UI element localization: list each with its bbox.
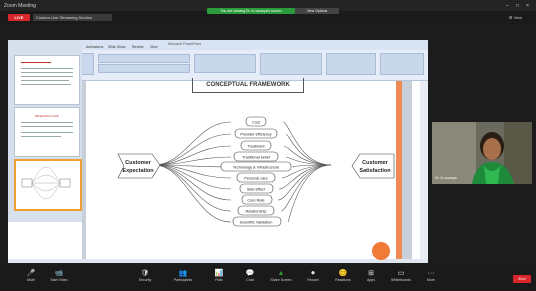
start-video-button[interactable]: 📹 Start Video <box>44 270 74 282</box>
thumb-text-line <box>21 72 73 73</box>
factor-label: Scientific Validation <box>240 221 273 225</box>
ppt-status-bar <box>8 259 428 263</box>
factor-label: Traditional belief <box>242 156 271 160</box>
left-node-shape <box>117 153 161 179</box>
whiteboards-button[interactable]: ▭ Whiteboards <box>386 270 416 282</box>
factor-label: Cost <box>252 121 261 125</box>
whiteboard-icon: ▭ <box>397 270 405 277</box>
live-badge[interactable]: LIVE <box>8 14 30 21</box>
slide-accent-bar <box>396 81 402 259</box>
quick-styles-button[interactable] <box>326 53 376 75</box>
share-screen-icon: ▲ <box>277 270 285 277</box>
vertical-scrollbar[interactable] <box>420 81 428 259</box>
thumb-text-line <box>21 80 69 81</box>
more-icon: ··· <box>427 270 435 277</box>
slide-thumbnail[interactable] <box>14 55 80 105</box>
slide-decoration-circle <box>372 242 390 260</box>
shapes-gallery[interactable] <box>260 53 322 75</box>
left-node-label-1: Customer <box>125 160 152 166</box>
paragraph-group[interactable] <box>194 54 256 73</box>
record-icon: ⏺ <box>311 270 315 277</box>
font-selector[interactable] <box>98 54 190 63</box>
right-node-shape <box>351 153 395 179</box>
thumb-text-line <box>21 76 73 77</box>
share-screen-button[interactable]: ▲ Share Screen <box>266 270 296 282</box>
mic-icon: 🎤 <box>26 270 36 277</box>
record-button[interactable]: ⏺ Record <box>298 270 328 282</box>
polls-icon: 📊 <box>214 270 224 277</box>
screen-share-indicator: You are viewing Dr. A Lavanya's screen <box>207 8 295 14</box>
participants-button[interactable]: 👥 Participants <box>168 270 198 282</box>
close-icon[interactable]: × <box>526 3 529 9</box>
tab-view[interactable]: View <box>150 45 158 49</box>
mute-button[interactable]: 🎤 Mute <box>16 270 46 282</box>
thumb-text-line <box>21 68 73 69</box>
tab-review[interactable]: Review <box>132 45 143 49</box>
shield-icon: 🛡 <box>140 270 150 277</box>
thumb-text-line <box>21 126 73 127</box>
factor-label: Side Effect <box>247 188 266 192</box>
tab-slide-show[interactable]: Slide Show <box>108 45 126 49</box>
right-node-label-1: Customer <box>362 160 389 166</box>
slide-thumbnail[interactable]: RESEARCH GAP <box>14 107 80 157</box>
factor-label: Cure Rate <box>247 199 264 203</box>
thumb-text-line <box>21 132 73 133</box>
window-title: Zoom Meeting <box>4 3 36 9</box>
view-options-button[interactable]: View Options <box>295 8 339 14</box>
minimize-icon[interactable]: – <box>506 3 509 9</box>
polls-button[interactable]: 📊 Polls <box>204 270 234 282</box>
maximize-icon[interactable]: □ <box>516 3 519 9</box>
participant-avatar <box>432 122 532 184</box>
factor-label: Technology & Infrastructure <box>233 166 279 170</box>
thumb-text-line <box>21 84 71 85</box>
font-format-group[interactable] <box>98 64 190 73</box>
camera-icon: 📹 <box>54 270 64 277</box>
participant-name: Dr. A Lavanya <box>435 176 457 180</box>
slide-thumbnail-active[interactable] <box>14 159 82 211</box>
stream-service-button[interactable]: Custom Live Streaming Service <box>33 14 112 21</box>
factor-label: Treatment <box>247 145 265 149</box>
right-node-label-2: Satisfaction <box>359 168 391 174</box>
slides-panel: RESEARCH GAP <box>8 41 82 222</box>
more-button[interactable]: ··· More <box>416 270 446 282</box>
editing-group[interactable] <box>380 53 424 75</box>
thumb-heading <box>21 62 51 63</box>
thumb-text-line <box>21 122 73 123</box>
security-button[interactable]: 🛡 Security <box>130 270 160 282</box>
reactions-icon: 😊 <box>338 270 348 277</box>
factor-label: Relationship <box>246 210 267 214</box>
end-meeting-button[interactable]: End <box>513 275 531 283</box>
left-node-label-2: Expectation <box>122 168 154 174</box>
tab-animations[interactable]: Animations <box>86 45 103 49</box>
thumb-heading: RESEARCH GAP <box>35 114 59 118</box>
thumb-mindmap-icon <box>21 166 71 200</box>
participants-icon: 👥 <box>178 270 188 277</box>
apps-icon: ⊞ <box>368 270 374 277</box>
chat-button[interactable]: 💬 Chat <box>235 270 265 282</box>
chat-icon: 💬 <box>245 270 255 277</box>
conceptual-framework-diagram: Customer Expectation Customer Satisfacti… <box>117 116 395 227</box>
thumb-text-line <box>21 136 61 137</box>
apps-button[interactable]: ⊞ Apps <box>356 270 386 282</box>
factor-label: Personal care <box>244 177 267 181</box>
view-button[interactable]: ⊞ View <box>509 15 522 20</box>
factor-label: Provider Efficiency <box>240 133 271 137</box>
reactions-button[interactable]: 😊 Reactions <box>328 270 358 282</box>
framework-title: CONCEPTUAL FRAMEWORK <box>192 78 304 93</box>
participant-video-tile[interactable]: Dr. A Lavanya <box>432 122 532 184</box>
